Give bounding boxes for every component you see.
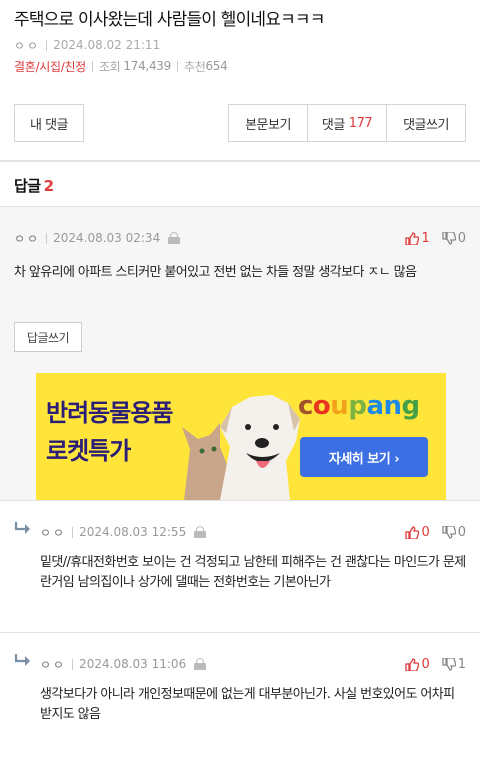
- reply-button[interactable]: 답글쓰기: [14, 322, 82, 352]
- comment-meta: ㅇㅇ 2024.08.03 12:55: [40, 523, 207, 541]
- downvote-button[interactable]: 1: [442, 657, 466, 672]
- upvote-count: 1: [421, 230, 430, 246]
- coupang-logo: coupang: [298, 391, 420, 421]
- thumbs-down-icon: [442, 525, 456, 539]
- post-stats: 결혼/시집/친정 조회 174,439 추천 654: [14, 57, 466, 75]
- upvote-button[interactable]: 1: [405, 230, 430, 246]
- comment-text: 차 앞유리에 아파트 스티커만 붙어있고 전번 없는 차들 정말 생각보다 ㅈㄴ…: [14, 265, 417, 280]
- upvote-button[interactable]: 0: [405, 524, 430, 540]
- comment-date: 2024.08.03 11:06: [79, 657, 187, 671]
- downvote-count: 0: [457, 524, 466, 540]
- recommend-label: 추천: [183, 59, 206, 74]
- thumbs-up-icon: [405, 231, 420, 245]
- comment-meta: ㅇㅇ 2024.08.03 11:06: [40, 655, 207, 673]
- downvote-button[interactable]: 0: [442, 525, 466, 540]
- upvote-button[interactable]: 0: [405, 656, 430, 672]
- downvote-count: 0: [457, 230, 466, 246]
- replies-label: 답글: [14, 177, 41, 195]
- views-count: 174,439: [123, 59, 171, 73]
- ad-headline-1: 반려동물용품: [46, 399, 173, 427]
- comment-text: 생각보다가 아니라 개인정보때문에 없는게 대부분아닌가. 사실 번호있어도 어…: [40, 687, 455, 722]
- comment-author[interactable]: ㅇㅇ: [40, 524, 66, 541]
- replies-count: 2: [43, 177, 54, 195]
- view-post-button[interactable]: 본문보기: [229, 105, 308, 141]
- pets-image: [182, 395, 300, 500]
- my-comments-button[interactable]: 내 댓글: [14, 104, 84, 142]
- lock-icon: [168, 232, 181, 244]
- comment-text: 밑댓//휴대전화번호 보이는 건 걱정되고 남한테 피해주는 건 괜찮다는 마인…: [40, 555, 466, 590]
- thumbs-down-icon: [442, 657, 456, 671]
- ad-cta-button[interactable]: 자세히 보기 ›: [300, 437, 428, 477]
- comment-date: 2024.08.03 02:34: [53, 231, 161, 245]
- comments-label: 댓글: [321, 117, 345, 133]
- comment-date: 2024.08.03 12:55: [79, 525, 187, 539]
- comments-count: 177: [348, 115, 373, 131]
- divider: [46, 232, 48, 244]
- comment-author[interactable]: ㅇㅇ: [14, 230, 40, 247]
- ad-banner[interactable]: 반려동물용품 로켓특가 coupang 자세히 보기 ›: [36, 373, 446, 500]
- downvote-button[interactable]: 0: [442, 231, 466, 246]
- comment-votes: 0 1: [405, 655, 466, 673]
- lock-icon: [194, 526, 207, 538]
- reply-arrow-icon: [14, 654, 30, 666]
- reply-item: ㅇㅇ 2024.08.03 11:06 0 1 생각보다가 아니라 개인정보때문…: [0, 632, 480, 764]
- divider: [72, 658, 74, 670]
- thumbs-down-icon: [442, 231, 456, 245]
- downvote-count: 1: [457, 656, 466, 672]
- upvote-count: 0: [421, 656, 430, 672]
- reply-item: ㅇㅇ 2024.08.03 12:55 0 0 밑댓//휴대전화번호 보이는 건…: [0, 500, 480, 632]
- divider: [91, 60, 93, 72]
- post-header: 주택으로 이사왔는데 사람들이 헬이네요ㅋㅋㅋ ㅇㅇ 2024.08.02 21…: [0, 0, 480, 75]
- post-date: 2024.08.02 21:11: [53, 38, 161, 52]
- comment-votes: 0 0: [405, 523, 466, 541]
- post-author[interactable]: ㅇㅇ: [14, 37, 40, 54]
- comment-votes: 1 0: [405, 229, 466, 247]
- upvote-count: 0: [421, 524, 430, 540]
- divider: [176, 60, 178, 72]
- views-label: 조회: [98, 59, 121, 74]
- section-divider: [0, 160, 480, 162]
- comment-item: ㅇㅇ 2024.08.03 02:34 1 0 차 앞유리에 아파트 스티커만 …: [0, 206, 480, 373]
- reply-arrow-icon: [14, 522, 30, 534]
- post-actions-group: 본문보기 댓글 177 댓글쓰기: [228, 104, 466, 142]
- replies-heading: 답글 2: [14, 175, 54, 196]
- recommend-count: 654: [205, 59, 228, 73]
- post-category[interactable]: 결혼/시집/친정: [14, 58, 86, 75]
- comment-meta: ㅇㅇ 2024.08.03 02:34: [14, 229, 181, 247]
- post-meta: ㅇㅇ 2024.08.02 21:11: [14, 36, 466, 54]
- write-comment-button[interactable]: 댓글쓰기: [387, 105, 465, 141]
- comments-button[interactable]: 댓글 177: [308, 105, 387, 141]
- thumbs-up-icon: [405, 657, 420, 671]
- ad-headline-2: 로켓특가: [46, 437, 131, 465]
- lock-icon: [194, 658, 207, 670]
- post-title: 주택으로 이사왔는데 사람들이 헬이네요ㅋㅋㅋ: [14, 10, 325, 30]
- comment-author[interactable]: ㅇㅇ: [40, 656, 66, 673]
- ad-container: 반려동물용품 로켓특가 coupang 자세히 보기 ›: [0, 373, 480, 500]
- divider: [72, 526, 74, 538]
- action-bar: 내 댓글 본문보기 댓글 177 댓글쓰기: [14, 104, 466, 142]
- thumbs-up-icon: [405, 525, 420, 539]
- divider: [46, 39, 48, 51]
